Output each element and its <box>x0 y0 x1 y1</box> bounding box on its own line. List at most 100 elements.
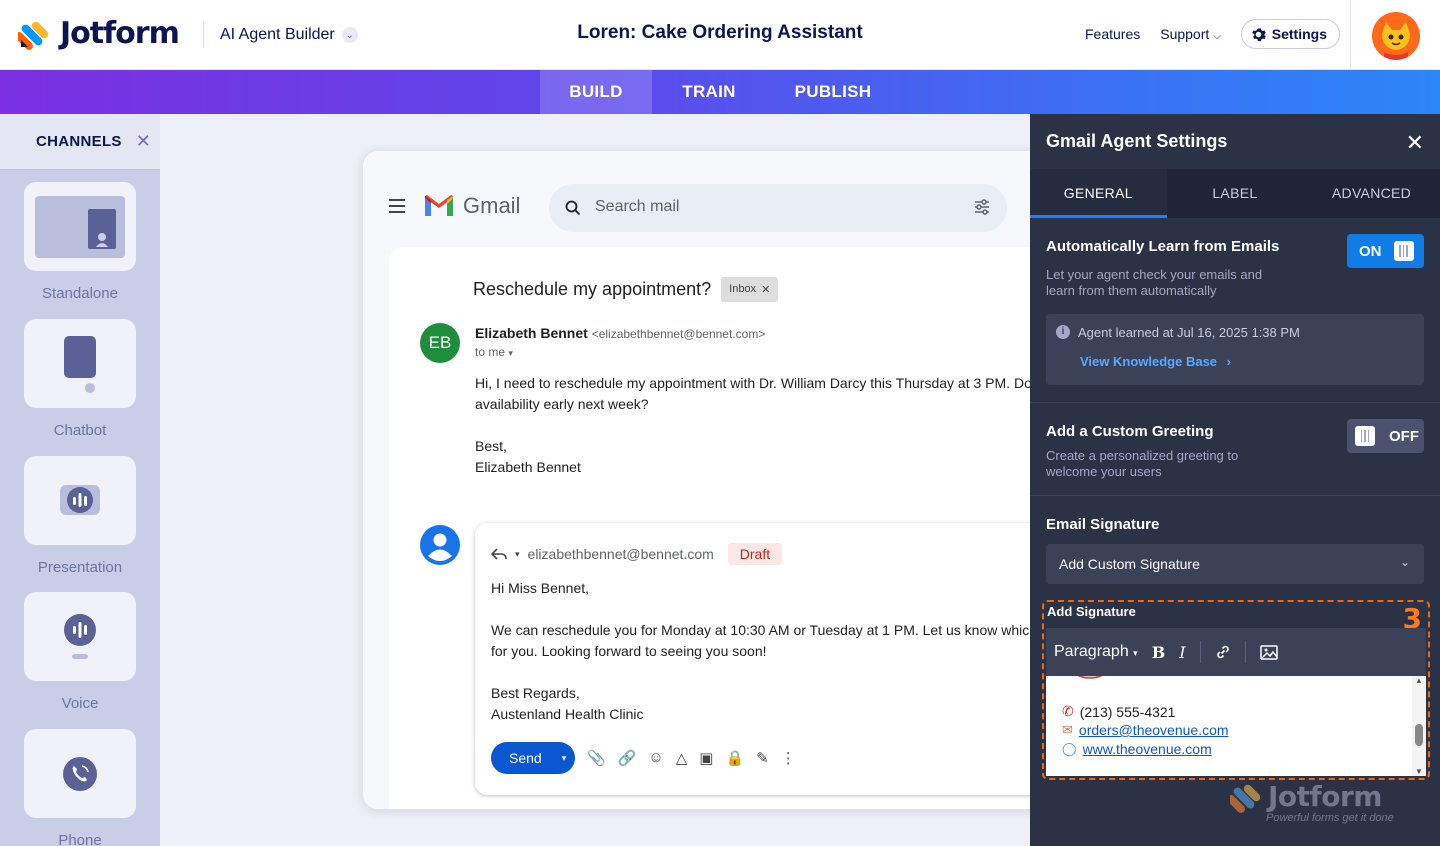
features-link[interactable]: Features <box>1085 20 1140 48</box>
inbox-label-chip[interactable]: Inbox ✕ <box>721 277 779 302</box>
sender-email: <elizabethbennet@bennet.com> <box>591 327 766 341</box>
search-placeholder: Search mail <box>595 198 680 215</box>
link-icon[interactable] <box>1215 644 1231 660</box>
watermark-tagline: Powerful forms get it done <box>1266 812 1394 824</box>
channel-card[interactable] <box>24 319 136 408</box>
support-menu[interactable]: Support ⌵ <box>1160 20 1221 48</box>
channel-presentation[interactable]: Presentation <box>0 456 160 576</box>
sender-line: Elizabeth Bennet <elizabethbennet@bennet… <box>475 325 765 341</box>
reply-draft: ▾ elizabethbennet@bennet.com Draft Hi Mi… <box>475 523 1061 795</box>
channels-heading: CHANNELS <box>36 133 122 150</box>
channel-card[interactable] <box>24 456 136 545</box>
reply-body[interactable]: Hi Miss Bennet, We can reschedule you fo… <box>491 578 1029 725</box>
info-icon: i <box>1056 325 1070 339</box>
signature-website-link[interactable]: www.theovenue.com <box>1083 741 1212 757</box>
chevron-right-icon: › <box>1226 354 1231 369</box>
gmail-wordmark: Gmail <box>463 193 521 218</box>
scroll-up-icon[interactable]: ▲ <box>1415 676 1423 685</box>
header-links: Features Support ⌵ Settings <box>1085 19 1340 49</box>
toggle-knob <box>1355 426 1375 446</box>
send-button[interactable]: Send ▾ <box>491 742 575 774</box>
reply-arrow-icon[interactable] <box>491 547 507 561</box>
signature-website-line: ◯ www.theovenue.com <box>1062 741 1212 757</box>
scrollbar-thumb[interactable] <box>1415 724 1423 746</box>
bold-button[interactable]: B <box>1152 643 1166 662</box>
signature-editor[interactable]: ✆ (213) 555-4321 ✉ orders@theovenue.com … <box>1046 676 1426 776</box>
channel-label: Voice <box>61 695 99 712</box>
chatbot-icon <box>64 335 96 393</box>
signature-email-line: ✉ orders@theovenue.com <box>1062 722 1229 738</box>
channel-standalone[interactable]: Standalone <box>0 182 160 302</box>
support-label: Support <box>1160 26 1210 42</box>
tab-build[interactable]: BUILD <box>540 70 652 114</box>
panel-title: Gmail Agent Settings <box>1046 131 1228 151</box>
channel-phone[interactable]: Phone <box>0 729 160 846</box>
auto-learn-title: Automatically Learn from Emails <box>1046 238 1280 255</box>
close-icon[interactable]: ✕ <box>1406 130 1424 156</box>
top-header: Jotform AI Agent Builder ⌄ Loren: Cake O… <box>0 0 1440 70</box>
gmail-agent-settings-panel: Gmail Agent Settings ✕ GENERAL LABEL ADV… <box>1030 114 1440 846</box>
pen-icon[interactable]: ✎ <box>756 749 769 767</box>
body-line: Hi, I need to reschedule my appointment … <box>475 375 1032 391</box>
image-icon[interactable]: ▣ <box>699 749 713 767</box>
body-line: for you. Looking forward to seeing you s… <box>491 643 767 659</box>
product-switcher[interactable]: AI Agent Builder ⌄ <box>220 26 358 44</box>
emoji-icon[interactable]: ☺ <box>648 749 663 767</box>
hamburger-menu-icon[interactable] <box>389 199 405 217</box>
filter-sliders-icon[interactable] <box>973 198 991 216</box>
compose-toolbar: 📎 🔗 ☺ △ ▣ 🔒 ✎ ⋮ <box>587 749 796 767</box>
tab-train[interactable]: TRAIN <box>668 70 750 114</box>
reply-recipient: ▾ elizabethbennet@bennet.com Draft <box>491 543 783 565</box>
editor-scrollbar[interactable]: ▲ ▼ <box>1412 676 1426 776</box>
chevron-down-icon: ⌄ <box>341 27 358 43</box>
view-knowledge-base-link[interactable]: View Knowledge Base › <box>1080 354 1231 369</box>
kb-link-label: View Knowledge Base <box>1080 354 1218 369</box>
channel-chatbot[interactable]: Chatbot <box>0 319 160 439</box>
search-bar[interactable]: Search mail <box>549 184 1007 232</box>
lock-clock-icon[interactable]: 🔒 <box>725 749 744 767</box>
image-icon[interactable] <box>1259 644 1278 660</box>
paragraph-format-select[interactable]: Paragraph ▾ <box>1054 643 1138 661</box>
body-line: Best Regards, <box>491 685 580 701</box>
reply-to-email: elizabethbennet@bennet.com <box>527 546 714 562</box>
drive-icon[interactable]: △ <box>676 749 688 767</box>
channel-card[interactable] <box>24 182 136 271</box>
user-avatar[interactable] <box>1372 12 1420 60</box>
presentation-icon <box>60 484 100 515</box>
auto-learn-toggle[interactable]: ON <box>1347 234 1424 268</box>
chevron-down-icon: ⌵ <box>1213 31 1221 42</box>
close-icon[interactable]: ✕ <box>761 283 770 296</box>
header-divider <box>203 22 204 48</box>
signature-type-select[interactable]: Add Custom Signature ⌄ <box>1046 544 1424 584</box>
channels-sidebar: CHANNELS ✕ Standalone Chatbot Presentati… <box>0 114 160 846</box>
signature-email-link[interactable]: orders@theovenue.com <box>1079 722 1229 738</box>
header-divider <box>1350 0 1351 70</box>
tab-label[interactable]: LABEL <box>1167 169 1304 218</box>
link-icon[interactable]: 🔗 <box>618 749 637 767</box>
attach-icon[interactable]: 📎 <box>587 749 606 767</box>
scroll-down-icon[interactable]: ▼ <box>1415 767 1423 776</box>
channel-voice[interactable]: Voice <box>0 592 160 712</box>
tab-publish[interactable]: PUBLISH <box>782 70 884 114</box>
tab-general[interactable]: GENERAL <box>1030 169 1167 218</box>
caret-down-icon[interactable]: ▾ <box>515 549 520 560</box>
recipient-line[interactable]: to me ▾ <box>475 345 513 359</box>
close-icon[interactable]: ✕ <box>136 131 151 152</box>
more-vert-icon[interactable]: ⋮ <box>781 749 796 767</box>
voice-icon <box>64 613 96 659</box>
settings-button[interactable]: Settings <box>1240 19 1340 49</box>
channel-card[interactable] <box>24 592 136 681</box>
body-line: Hi Miss Bennet, <box>491 580 590 596</box>
greeting-toggle[interactable]: OFF <box>1347 419 1424 453</box>
jotform-logo[interactable]: Jotform <box>18 16 180 51</box>
draft-badge: Draft <box>727 543 783 565</box>
tab-advanced[interactable]: ADVANCED <box>1303 169 1440 218</box>
builder-tabs: BUILD TRAIN PUBLISH <box>0 70 1440 114</box>
chevron-down-icon: ⌄ <box>1399 555 1410 569</box>
caret-down-icon[interactable]: ▾ <box>562 753 567 764</box>
italic-button[interactable]: I <box>1179 643 1185 662</box>
greeting-description: Create a personalized greeting to welcom… <box>1046 448 1238 480</box>
channel-card[interactable] <box>24 729 136 818</box>
sender-avatar: EB <box>420 323 460 363</box>
caret-down-icon: ▾ <box>1133 648 1138 658</box>
